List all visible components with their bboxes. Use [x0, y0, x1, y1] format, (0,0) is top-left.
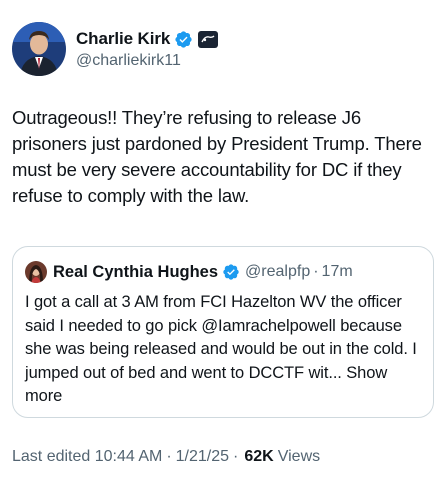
author-avatar[interactable] — [12, 22, 66, 76]
meta-separator-2: · — [233, 448, 239, 465]
quote-profile-photo-icon — [25, 261, 47, 283]
author-handle[interactable]: @charliekirk11 — [76, 52, 218, 70]
views-count[interactable]: 62K — [244, 448, 273, 466]
profile-photo-icon — [12, 22, 66, 76]
quote-timestamp[interactable]: 17m — [322, 263, 353, 281]
quote-author-avatar[interactable] — [25, 261, 47, 283]
tweet-text: Outrageous!! They’re refusing to release… — [12, 107, 422, 206]
tweet-card: Charlie Kirk @charliekirk11 Outrageous!!… — [0, 0, 437, 484]
quote-text: I got a call at 3 AM from FCI Hazelton W… — [25, 291, 427, 409]
post-date[interactable]: 1/21/25 — [176, 448, 229, 466]
author-display-name[interactable]: Charlie Kirk — [76, 29, 170, 49]
tweet-meta: Last edited 10:44 AM · 1/21/25 · 62K Vie… — [12, 448, 320, 466]
tweet-header: Charlie Kirk @charliekirk11 — [12, 22, 219, 76]
verified-badge-icon[interactable] — [174, 30, 193, 49]
quote-separator: · — [313, 263, 319, 280]
meta-separator: · — [166, 448, 172, 465]
quoted-tweet[interactable]: Real Cynthia Hughes @realpfp · 17m I got… — [12, 246, 434, 418]
views-label: Views — [277, 448, 321, 465]
affiliation-badge-icon[interactable] — [198, 30, 219, 48]
quote-author-handle[interactable]: @realpfp — [245, 263, 310, 281]
quote-author-name[interactable]: Real Cynthia Hughes — [53, 263, 218, 282]
quote-verified-badge-icon[interactable] — [222, 263, 240, 281]
author-names: Charlie Kirk @charliekirk11 — [76, 22, 219, 70]
edited-timestamp[interactable]: Last edited 10:44 AM — [12, 448, 162, 466]
quote-header: Real Cynthia Hughes @realpfp · 17m — [25, 261, 353, 283]
